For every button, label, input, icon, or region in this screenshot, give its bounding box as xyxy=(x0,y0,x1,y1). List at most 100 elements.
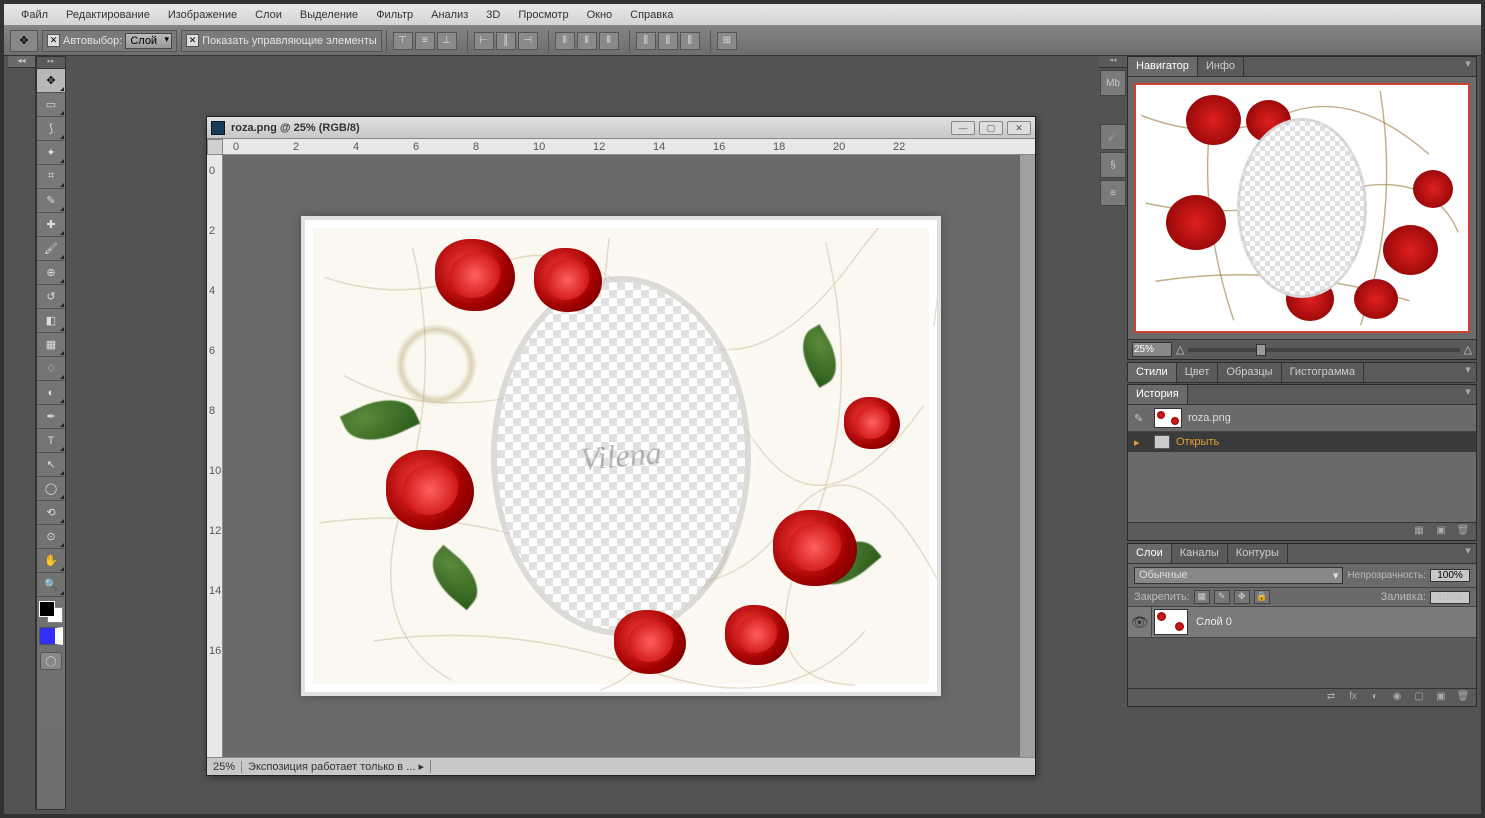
layer-visibility-icon[interactable]: 👁 xyxy=(1128,607,1152,637)
new-doc-from-state-icon[interactable]: ▦ xyxy=(1410,525,1428,539)
history-brush-tool[interactable]: ↺ xyxy=(37,285,65,309)
brush-tool[interactable]: 🖌 xyxy=(37,237,65,261)
zoom-in-icon[interactable]: △ xyxy=(1464,343,1472,356)
maximize-icon[interactable]: ▢ xyxy=(979,121,1003,135)
align-vcenter-icon[interactable]: ≡ xyxy=(415,32,435,50)
lock-position-icon[interactable]: ✥ xyxy=(1234,590,1250,604)
panel-menu-icon[interactable]: ▾ xyxy=(1460,363,1476,382)
doc-scroll-vertical[interactable] xyxy=(1019,155,1035,757)
color-swatches[interactable] xyxy=(37,597,65,649)
wand-tool[interactable]: ✦ xyxy=(37,141,65,165)
hand-tool[interactable]: ✋ xyxy=(37,549,65,573)
tab-navigator[interactable]: Навигатор xyxy=(1128,57,1198,76)
crop-tool[interactable]: ⌗ xyxy=(37,165,65,189)
menu-view[interactable]: Просмотр xyxy=(509,6,577,24)
adjustment-layer-icon[interactable]: ◉ xyxy=(1388,691,1406,705)
menu-layer[interactable]: Слои xyxy=(246,6,291,24)
align-bottom-icon[interactable]: ⊥ xyxy=(437,32,457,50)
history-brush-source-icon[interactable]: ✎ xyxy=(1134,412,1148,425)
new-layer-icon[interactable]: ▣ xyxy=(1432,691,1450,705)
doc-zoom-field[interactable]: 25% xyxy=(207,761,242,773)
stamp-tool[interactable]: ⊕ xyxy=(37,261,65,285)
rotate3d-tool[interactable]: ⟲ xyxy=(37,501,65,525)
close-icon[interactable]: ✕ xyxy=(1007,121,1031,135)
navigator-thumbnail[interactable] xyxy=(1134,83,1470,333)
delete-layer-icon[interactable]: 🗑 xyxy=(1454,691,1472,705)
menu-image[interactable]: Изображение xyxy=(159,6,246,24)
dodge-tool[interactable]: ◐ xyxy=(37,381,65,405)
minibridge-icon[interactable]: Mb xyxy=(1100,70,1126,96)
menu-3d[interactable]: 3D xyxy=(477,6,509,24)
navigator-zoom-input[interactable] xyxy=(1132,342,1172,357)
delete-state-icon[interactable]: 🗑 xyxy=(1454,525,1472,539)
distribute-left-icon[interactable]: ⫼ xyxy=(636,32,656,50)
layer-group-icon[interactable]: ▢ xyxy=(1410,691,1428,705)
document-window[interactable]: roza.png @ 25% (RGB/8) — ▢ ✕ 0 2 4 6 8 1… xyxy=(206,116,1036,776)
layer-fx-icon[interactable]: fx xyxy=(1344,691,1362,705)
show-transform-checkbox[interactable]: ✕ xyxy=(186,34,199,47)
blend-mode-dropdown[interactable]: Обычные ▾ xyxy=(1134,567,1343,584)
doc-status-text[interactable]: Экспозиция работает только в ... xyxy=(242,760,431,773)
lock-all-icon[interactable]: 🔒 xyxy=(1254,590,1270,604)
menu-file[interactable]: Файл xyxy=(12,6,57,24)
align-hcenter-icon[interactable]: ║ xyxy=(496,32,516,50)
layer-mask-icon[interactable]: ◐ xyxy=(1366,691,1384,705)
opacity-input[interactable]: 100% xyxy=(1430,569,1470,582)
history-step[interactable]: ▸ Открыть xyxy=(1128,432,1476,452)
new-snapshot-icon[interactable]: ▣ xyxy=(1432,525,1450,539)
distribute-right-icon[interactable]: ⫼ xyxy=(680,32,700,50)
align-top-icon[interactable]: ⊤ xyxy=(393,32,413,50)
history-snapshot[interactable]: ✎ roza.png xyxy=(1128,405,1476,432)
menu-edit[interactable]: Редактирование xyxy=(57,6,159,24)
shape-tool[interactable]: ◯ xyxy=(37,477,65,501)
layer-name[interactable]: Слой 0 xyxy=(1190,616,1238,628)
layer-row[interactable]: 👁 Слой 0 xyxy=(1128,607,1476,638)
lock-pixels-icon[interactable]: ✎ xyxy=(1214,590,1230,604)
quickmask-toggle[interactable] xyxy=(40,652,62,670)
tab-styles[interactable]: Стили xyxy=(1128,363,1177,382)
menu-analysis[interactable]: Анализ xyxy=(422,6,477,24)
pen-tool[interactable]: ✒ xyxy=(37,405,65,429)
align-right-icon[interactable]: ⊣ xyxy=(518,32,538,50)
panel-menu-icon[interactable]: ▾ xyxy=(1460,544,1476,563)
autoselect-dropdown[interactable]: Слой xyxy=(125,33,172,49)
navigator-zoom-slider[interactable] xyxy=(1188,348,1459,352)
gradient-tool[interactable]: ▦ xyxy=(37,333,65,357)
blur-tool[interactable]: ♢ xyxy=(37,357,65,381)
zoom-tool[interactable]: 🔍 xyxy=(37,573,65,597)
lasso-tool[interactable]: ⟆ xyxy=(37,117,65,141)
align-left-icon[interactable]: ⊢ xyxy=(474,32,494,50)
distribute-vcenter-icon[interactable]: ⫴ xyxy=(577,32,597,50)
tab-paths[interactable]: Контуры xyxy=(1228,544,1288,563)
lock-transparency-icon[interactable]: ▦ xyxy=(1194,590,1210,604)
eraser-tool[interactable]: ◧ xyxy=(37,309,65,333)
orbit3d-tool[interactable]: ⊙ xyxy=(37,525,65,549)
toolpresets-icon[interactable]: ≡ xyxy=(1100,180,1126,206)
menu-window[interactable]: Окно xyxy=(578,6,622,24)
move-tool[interactable]: ✥ xyxy=(37,69,65,93)
tab-history[interactable]: История xyxy=(1128,385,1188,404)
heal-tool[interactable]: ✚ xyxy=(37,213,65,237)
clone-icon[interactable]: § xyxy=(1100,152,1126,178)
toolbox-collapse-icon[interactable]: ▸▸ xyxy=(37,57,65,69)
fill-input[interactable]: 100% xyxy=(1430,591,1470,604)
tab-layers[interactable]: Слои xyxy=(1128,544,1172,563)
minimize-icon[interactable]: — xyxy=(951,121,975,135)
autoselect-checkbox[interactable]: ✕ xyxy=(47,34,60,47)
right-collapse-icon[interactable]: ◂◂ xyxy=(1099,56,1127,68)
menu-help[interactable]: Справка xyxy=(621,6,682,24)
current-tool-icon[interactable]: ✥ xyxy=(10,30,38,52)
left-collapse-icon[interactable]: ◂◂ xyxy=(8,56,35,68)
layer-thumbnail[interactable] xyxy=(1154,609,1188,635)
distribute-hcenter-icon[interactable]: ⫼ xyxy=(658,32,678,50)
color-indicator[interactable] xyxy=(39,627,63,645)
eyedropper-tool[interactable]: ✎ xyxy=(37,189,65,213)
tab-channels[interactable]: Каналы xyxy=(1172,544,1228,563)
zoom-out-icon[interactable]: △ xyxy=(1176,343,1184,356)
ruler-origin[interactable] xyxy=(207,139,223,155)
document-canvas[interactable]: Vilena xyxy=(223,155,1019,757)
path-select-tool[interactable]: ↖ xyxy=(37,453,65,477)
document-titlebar[interactable]: roza.png @ 25% (RGB/8) — ▢ ✕ xyxy=(207,117,1035,139)
ruler-horizontal[interactable]: 0 2 4 6 8 10 12 14 16 18 20 22 xyxy=(223,139,1035,155)
tab-info[interactable]: Инфо xyxy=(1198,57,1244,76)
